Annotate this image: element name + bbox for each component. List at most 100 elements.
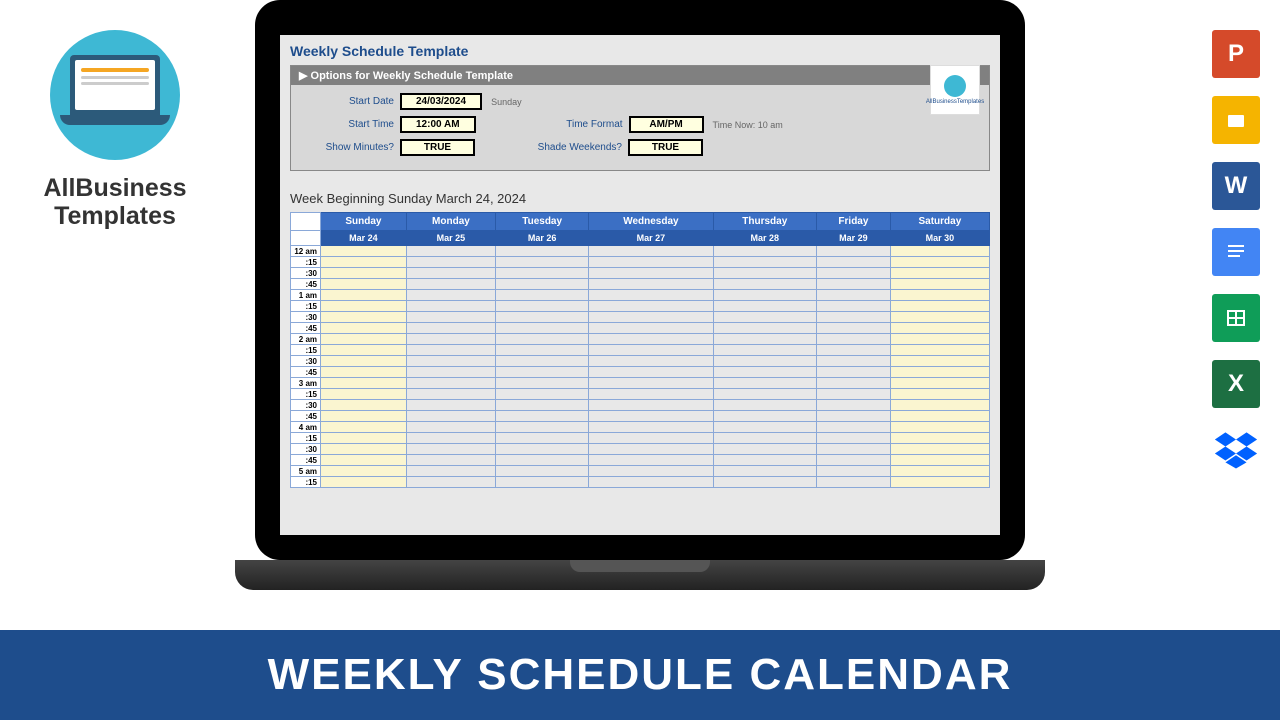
calendar-cell[interactable] — [817, 378, 891, 389]
calendar-cell[interactable] — [890, 433, 989, 444]
calendar-cell[interactable] — [496, 367, 589, 378]
calendar-cell[interactable] — [589, 433, 713, 444]
calendar-cell[interactable] — [406, 279, 495, 290]
calendar-cell[interactable] — [713, 477, 817, 488]
calendar-cell[interactable] — [496, 477, 589, 488]
calendar-cell[interactable] — [890, 279, 989, 290]
calendar-cell[interactable] — [890, 268, 989, 279]
calendar-cell[interactable] — [406, 268, 495, 279]
calendar-cell[interactable] — [817, 345, 891, 356]
calendar-cell[interactable] — [496, 246, 589, 257]
calendar-cell[interactable] — [496, 356, 589, 367]
calendar-cell[interactable] — [817, 268, 891, 279]
calendar-cell[interactable] — [496, 334, 589, 345]
calendar-cell[interactable] — [890, 389, 989, 400]
calendar-cell[interactable] — [406, 422, 495, 433]
calendar-cell[interactable] — [713, 257, 817, 268]
calendar-cell[interactable] — [890, 455, 989, 466]
calendar-cell[interactable] — [817, 389, 891, 400]
calendar-cell[interactable] — [321, 455, 407, 466]
calendar-cell[interactable] — [713, 290, 817, 301]
calendar-cell[interactable] — [890, 290, 989, 301]
calendar-cell[interactable] — [817, 334, 891, 345]
calendar-cell[interactable] — [321, 323, 407, 334]
calendar-cell[interactable] — [321, 268, 407, 279]
calendar-cell[interactable] — [406, 257, 495, 268]
calendar-cell[interactable] — [817, 323, 891, 334]
calendar-cell[interactable] — [817, 246, 891, 257]
calendar-cell[interactable] — [406, 246, 495, 257]
calendar-cell[interactable] — [713, 279, 817, 290]
calendar-cell[interactable] — [406, 466, 495, 477]
calendar-cell[interactable] — [406, 378, 495, 389]
calendar-cell[interactable] — [589, 411, 713, 422]
calendar-cell[interactable] — [496, 290, 589, 301]
calendar-cell[interactable] — [890, 356, 989, 367]
calendar-cell[interactable] — [321, 411, 407, 422]
calendar-cell[interactable] — [713, 422, 817, 433]
calendar-cell[interactable] — [817, 444, 891, 455]
calendar-cell[interactable] — [713, 455, 817, 466]
calendar-cell[interactable] — [890, 312, 989, 323]
calendar-cell[interactable] — [713, 345, 817, 356]
calendar-cell[interactable] — [817, 312, 891, 323]
calendar-cell[interactable] — [321, 466, 407, 477]
calendar-cell[interactable] — [817, 422, 891, 433]
calendar-cell[interactable] — [817, 257, 891, 268]
calendar-cell[interactable] — [589, 246, 713, 257]
calendar-cell[interactable] — [496, 257, 589, 268]
calendar-cell[interactable] — [496, 378, 589, 389]
calendar-cell[interactable] — [890, 477, 989, 488]
calendar-cell[interactable] — [890, 411, 989, 422]
calendar-cell[interactable] — [589, 367, 713, 378]
calendar-cell[interactable] — [589, 389, 713, 400]
calendar-cell[interactable] — [496, 422, 589, 433]
calendar-cell[interactable] — [496, 301, 589, 312]
calendar-cell[interactable] — [817, 411, 891, 422]
calendar-cell[interactable] — [406, 301, 495, 312]
calendar-cell[interactable] — [589, 422, 713, 433]
calendar-cell[interactable] — [589, 455, 713, 466]
calendar-cell[interactable] — [321, 279, 407, 290]
calendar-cell[interactable] — [496, 400, 589, 411]
calendar-cell[interactable] — [713, 334, 817, 345]
calendar-cell[interactable] — [589, 378, 713, 389]
calendar-cell[interactable] — [406, 477, 495, 488]
calendar-cell[interactable] — [406, 400, 495, 411]
calendar-cell[interactable] — [713, 433, 817, 444]
calendar-cell[interactable] — [589, 345, 713, 356]
calendar-cell[interactable] — [496, 444, 589, 455]
calendar-cell[interactable] — [496, 389, 589, 400]
calendar-cell[interactable] — [406, 444, 495, 455]
start-time-input[interactable]: 12:00 AM — [400, 116, 476, 133]
calendar-cell[interactable] — [713, 323, 817, 334]
calendar-cell[interactable] — [817, 367, 891, 378]
calendar-cell[interactable] — [321, 257, 407, 268]
calendar-cell[interactable] — [321, 334, 407, 345]
calendar-cell[interactable] — [890, 378, 989, 389]
calendar-cell[interactable] — [321, 290, 407, 301]
calendar-cell[interactable] — [321, 345, 407, 356]
calendar-cell[interactable] — [321, 433, 407, 444]
calendar-cell[interactable] — [817, 301, 891, 312]
calendar-cell[interactable] — [713, 466, 817, 477]
calendar-cell[interactable] — [321, 389, 407, 400]
calendar-cell[interactable] — [496, 466, 589, 477]
calendar-cell[interactable] — [817, 356, 891, 367]
calendar-cell[interactable] — [713, 411, 817, 422]
start-date-input[interactable]: 24/03/2024 — [400, 93, 482, 110]
calendar-cell[interactable] — [496, 411, 589, 422]
calendar-cell[interactable] — [589, 257, 713, 268]
calendar-cell[interactable] — [496, 323, 589, 334]
calendar-cell[interactable] — [496, 312, 589, 323]
calendar-cell[interactable] — [321, 477, 407, 488]
calendar-cell[interactable] — [890, 301, 989, 312]
calendar-cell[interactable] — [321, 246, 407, 257]
calendar-cell[interactable] — [496, 433, 589, 444]
calendar-cell[interactable] — [890, 334, 989, 345]
calendar-cell[interactable] — [713, 378, 817, 389]
calendar-cell[interactable] — [406, 356, 495, 367]
calendar-cell[interactable] — [406, 455, 495, 466]
calendar-cell[interactable] — [817, 400, 891, 411]
calendar-cell[interactable] — [589, 323, 713, 334]
